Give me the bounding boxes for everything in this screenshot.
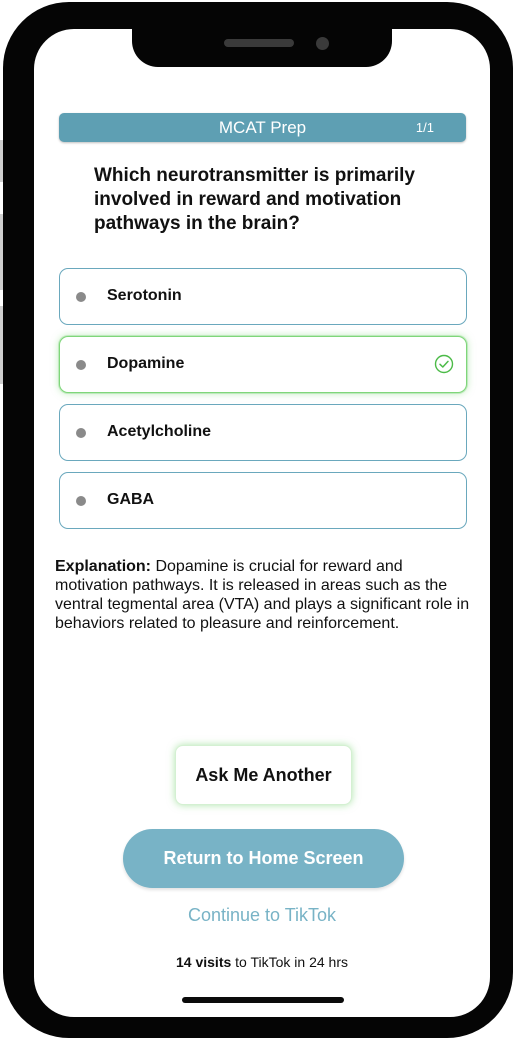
ask-another-button[interactable]: Ask Me Another xyxy=(175,745,352,805)
quiz-header: MCAT Prep 1/1 xyxy=(59,113,466,142)
explanation-label: Explanation: xyxy=(55,558,152,575)
question-text: Which neurotransmitter is primarily invo… xyxy=(94,165,415,234)
bullet-icon xyxy=(76,292,86,302)
answer-option-acetylcholine[interactable]: Acetylcholine xyxy=(59,404,467,461)
return-home-button[interactable]: Return to Home Screen xyxy=(123,829,404,888)
visits-counter: 14 visits to TikTok in 24 hrs xyxy=(34,954,490,970)
answer-option-gaba[interactable]: GABA xyxy=(59,472,467,529)
answer-option-label: Dopamine xyxy=(107,355,185,372)
speaker-grille xyxy=(224,39,294,47)
answer-option-label: Serotonin xyxy=(107,287,182,304)
bullet-icon xyxy=(76,496,86,506)
answer-option-label: GABA xyxy=(107,491,155,508)
phone-screen: MCAT Prep 1/1 Which neurotransmitter is … xyxy=(34,29,490,1017)
continue-to-tiktok-link[interactable]: Continue to TikTok xyxy=(34,905,490,926)
answer-option-serotonin[interactable]: Serotonin xyxy=(59,268,467,325)
check-circle-icon xyxy=(434,354,454,374)
explanation: Explanation: Dopamine is crucial for rew… xyxy=(55,557,480,633)
notch xyxy=(132,29,392,67)
bullet-icon xyxy=(76,428,86,438)
answer-option-dopamine[interactable]: Dopamine xyxy=(59,336,467,393)
question-counter: 1/1 xyxy=(415,120,434,135)
bullet-icon xyxy=(76,360,86,370)
quiz-title: MCAT Prep xyxy=(218,118,307,137)
front-camera xyxy=(316,37,329,50)
visits-suffix: to TikTok in 24 hrs xyxy=(235,954,348,970)
answer-option-label: Acetylcholine xyxy=(107,423,212,440)
home-indicator[interactable] xyxy=(182,997,344,1003)
visits-count: 14 visits xyxy=(176,954,232,970)
phone-frame: MCAT Prep 1/1 Which neurotransmitter is … xyxy=(3,2,513,1038)
